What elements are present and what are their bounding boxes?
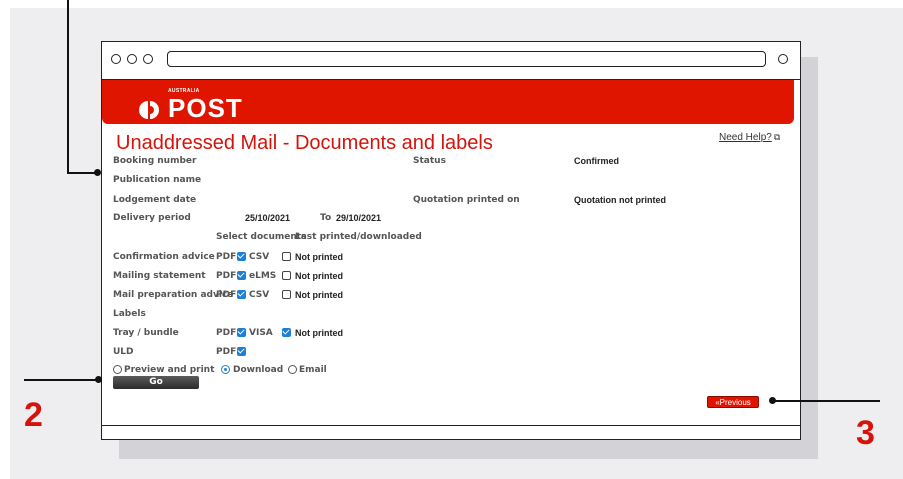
label-row-label: ULD xyxy=(113,347,134,357)
booking-number-label: Booking number xyxy=(113,156,197,166)
pdf-checkbox[interactable] xyxy=(237,347,246,356)
status-label: Status xyxy=(413,156,446,166)
format-label: CSV xyxy=(249,290,270,300)
status-value: Confirmed xyxy=(574,156,619,166)
printed-status: Not printed xyxy=(295,271,343,281)
printed-status: Not printed xyxy=(295,328,343,338)
window-dot-icon[interactable] xyxy=(127,54,137,64)
callout-number-3: 3 xyxy=(856,414,875,452)
pdf-label: PDF xyxy=(216,347,237,357)
publication-name-label: Publication name xyxy=(113,175,202,185)
printed-status: Not printed xyxy=(295,252,343,262)
callout-dot xyxy=(94,169,101,176)
go-button[interactable]: Go xyxy=(113,376,199,389)
format-checkbox[interactable] xyxy=(282,328,291,337)
lodgement-date-label: Lodgement date xyxy=(113,195,197,205)
address-bar[interactable] xyxy=(167,51,766,67)
pdf-checkbox[interactable] xyxy=(237,252,246,261)
quotation-label: Quotation printed on xyxy=(413,195,520,205)
printed-status: Not printed xyxy=(295,290,343,300)
format-label: CSV xyxy=(249,252,270,262)
select-documents-header: Select documents xyxy=(216,232,307,242)
format-checkbox[interactable] xyxy=(282,290,291,299)
last-printed-header: Last printed/downloaded xyxy=(295,232,422,242)
pdf-checkbox[interactable] xyxy=(237,328,246,337)
callout-dot xyxy=(95,376,102,383)
external-link-icon: ⧉ xyxy=(773,132,781,142)
callout-dot xyxy=(769,397,776,404)
quotation-value: Quotation not printed xyxy=(574,195,666,205)
labels-heading: Labels xyxy=(113,309,146,319)
pdf-label: PDF xyxy=(216,290,237,300)
status-bar-divider xyxy=(102,425,800,426)
format-checkbox[interactable] xyxy=(282,271,291,280)
callout-number-2: 2 xyxy=(24,396,43,434)
format-checkbox[interactable] xyxy=(282,252,291,261)
logo-text: POST xyxy=(168,93,243,123)
header-banner: AUSTRALIA POST xyxy=(102,80,794,124)
download-label: Download xyxy=(233,365,284,375)
browser-menu-icon[interactable] xyxy=(778,54,788,64)
pdf-checkbox[interactable] xyxy=(237,290,246,299)
document-row-label: Confirmation advice xyxy=(113,252,215,262)
browser-window: AUSTRALIA POST Unaddressed Mail - Docume… xyxy=(101,41,801,440)
format-label: VISA xyxy=(249,328,273,338)
callout-line xyxy=(773,400,880,402)
callout-line xyxy=(24,379,99,381)
callout-line xyxy=(67,0,69,173)
pdf-label: PDF xyxy=(216,252,237,262)
label-row-label: Tray / bundle xyxy=(113,328,179,338)
delivery-to: 29/10/2021 xyxy=(336,213,382,223)
window-dot-icon[interactable] xyxy=(111,54,121,64)
format-label: eLMS xyxy=(249,271,277,281)
page-title: Unaddressed Mail - Documents and labels xyxy=(116,132,493,154)
post-logo-icon xyxy=(139,101,159,119)
browser-chrome xyxy=(102,42,800,80)
download-radio[interactable] xyxy=(221,365,230,374)
document-row-label: Mailing statement xyxy=(113,271,206,281)
preview-label: Preview and print xyxy=(124,365,215,375)
window-dot-icon[interactable] xyxy=(143,54,153,64)
delivery-from: 25/10/2021 xyxy=(245,213,291,223)
email-label: Email xyxy=(299,365,327,375)
pdf-checkbox[interactable] xyxy=(237,271,246,280)
pdf-label: PDF xyxy=(216,328,237,338)
preview-radio[interactable] xyxy=(113,365,122,374)
delivery-period-label: Delivery period xyxy=(113,213,191,223)
help-link[interactable]: Need Help? ⧉ xyxy=(719,132,780,143)
pdf-label: PDF xyxy=(216,271,237,281)
delivery-to-label: To xyxy=(320,213,332,223)
previous-button[interactable]: «Previous xyxy=(707,396,759,408)
email-radio[interactable] xyxy=(288,365,297,374)
